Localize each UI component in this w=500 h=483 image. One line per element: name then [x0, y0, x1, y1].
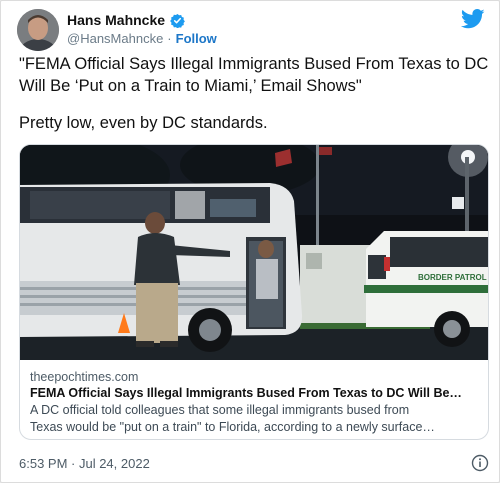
verified-badge-icon [170, 13, 185, 28]
link-domain: theepochtimes.com [30, 370, 139, 384]
author-display-name[interactable]: Hans Mahncke [67, 12, 165, 28]
separator-dot: · [167, 30, 172, 46]
link-title[interactable]: FEMA Official Says Illegal Immigrants Bu… [30, 385, 480, 402]
link-description-line-2: Texas would be "put on a train" to Flori… [30, 420, 435, 434]
twitter-bird-icon[interactable] [460, 9, 485, 29]
tweet-quote-text: "FEMA Official Says Illegal Immigrants B… [19, 55, 489, 95]
link-preview-image[interactable]: BORDER PATROL [20, 145, 488, 360]
van-label-text: BORDER PATROL [418, 273, 487, 282]
author-name-row: Hans Mahncke [67, 11, 185, 29]
info-icon[interactable] [471, 454, 489, 472]
bus-scene-photo: BORDER PATROL [20, 145, 488, 360]
avatar[interactable] [17, 9, 59, 51]
author-handle[interactable]: @HansMahncke [67, 31, 163, 46]
link-preview-card[interactable]: BORDER PATROL theepochtimes.com FEMA Off… [19, 144, 489, 440]
follow-button[interactable]: Follow [176, 31, 217, 46]
tweet-text: "FEMA Official Says Illegal Immigrants B… [19, 53, 489, 134]
avatar-photo [17, 9, 59, 51]
link-preview-meta: theepochtimes.com FEMA Official Says Ill… [30, 369, 480, 436]
tweet-footer: 6:53 PM · Jul 24, 2022 [19, 453, 489, 473]
link-description-line-1: A DC official told colleagues that some … [30, 403, 410, 417]
author-handle-row: @HansMahncke · Follow [67, 29, 217, 47]
tweet-card: Hans Mahncke @HansMahncke · Follow "FEMA… [0, 0, 500, 483]
tweet-timestamp[interactable]: 6:53 PM · Jul 24, 2022 [19, 456, 150, 471]
tweet-comment-text: Pretty low, even by DC standards. [19, 114, 268, 132]
